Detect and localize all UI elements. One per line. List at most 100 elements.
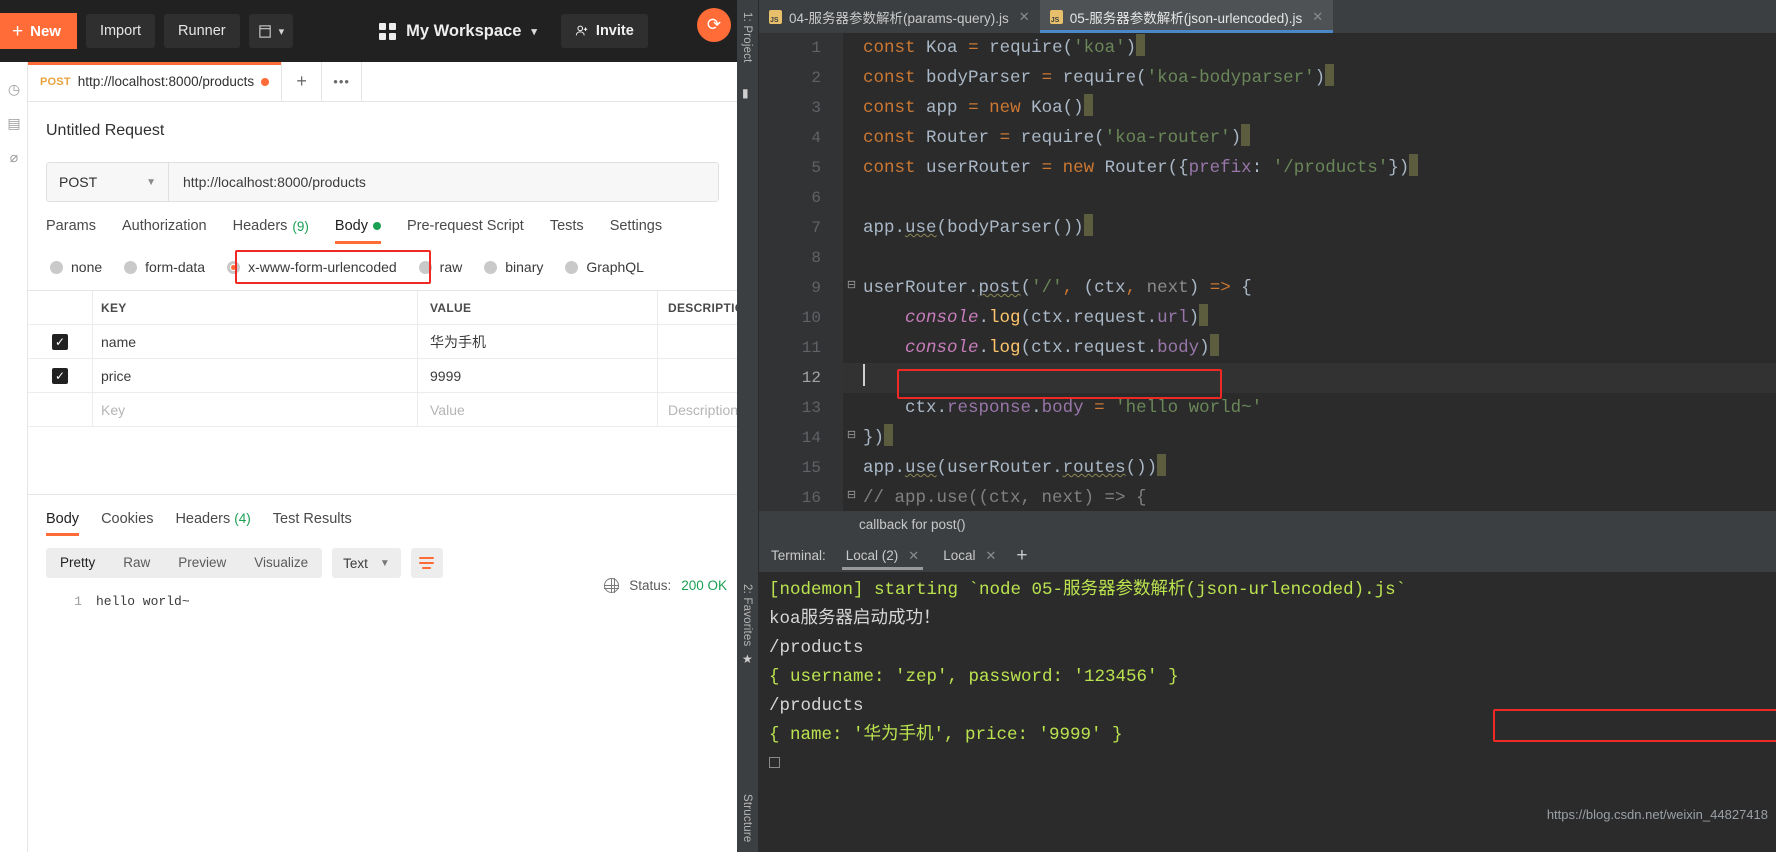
file-tab-04[interactable]: 04-服务器参数解析(params-query).js ✕ (759, 0, 1040, 33)
apis-icon[interactable]: ⌀ (0, 140, 28, 174)
format-pretty[interactable]: Pretty (46, 548, 109, 578)
row-description[interactable] (657, 325, 737, 358)
history-icon[interactable]: ◷ (0, 72, 28, 106)
tab-params[interactable]: Params (46, 218, 96, 244)
checkbox-checked-icon[interactable]: ✓ (52, 367, 68, 384)
rail-project-label[interactable]: 1: Project (741, 12, 753, 63)
code-editor[interactable]: 1 const Koa = require('koa') 2 const bodyP… (759, 33, 1776, 511)
invite-button[interactable]: Invite (560, 14, 648, 48)
line-number: 8 (811, 249, 821, 267)
window-icon (258, 24, 271, 38)
body-type-binary[interactable]: binary (484, 259, 543, 275)
fold-collapse-icon[interactable]: ⊟ (845, 430, 858, 443)
tab-headers[interactable]: Headers (9) (233, 218, 309, 244)
close-icon[interactable]: ✕ (985, 548, 996, 564)
code-line: 16 ⊟// app.use((ctx, next) => { (802, 483, 1776, 511)
request-tab-method: POST (40, 75, 71, 88)
body-active-dot-icon (372, 222, 381, 230)
body-type-graphql[interactable]: GraphQL (565, 259, 644, 275)
collections-icon[interactable]: ▤ (0, 106, 28, 140)
row-value-placeholder[interactable]: Value (417, 393, 657, 426)
row-value[interactable]: 华为手机 (417, 325, 657, 358)
code-line: 2 const bodyParser = require('koa-bodypar… (811, 63, 1776, 93)
table-row-empty[interactable]: Key Value Description (28, 393, 737, 427)
terminal-prompt-cursor (769, 750, 1776, 779)
response-format-toolbar: Pretty Raw Preview Visualize Text ▼ (28, 536, 737, 578)
add-terminal-button[interactable]: + (1016, 545, 1027, 567)
fold-collapse-icon[interactable]: ⊟ (845, 280, 858, 293)
plus-icon: + (12, 20, 24, 42)
table-row[interactable]: ✓ price 9999 (28, 359, 737, 393)
tab-settings[interactable]: Settings (610, 218, 662, 244)
format-visualize[interactable]: Visualize (240, 548, 322, 578)
tab-options-button[interactable]: ••• (322, 62, 363, 101)
tab-authorization-label: Authorization (121, 218, 207, 234)
js-file-icon (1049, 9, 1063, 24)
workspace-selector[interactable]: My Workspace ▾ (379, 22, 537, 41)
close-icon[interactable]: ✕ (1312, 9, 1323, 25)
response-tab-body[interactable]: Body (46, 511, 80, 536)
response-tab-test-results[interactable]: Test Results (273, 511, 352, 536)
line-number: 11 (801, 339, 821, 357)
add-tab-button[interactable]: + (282, 62, 323, 101)
rail-structure-label[interactable]: Structure (741, 794, 753, 842)
rail-favorites-label[interactable]: 2: Favorites (741, 584, 753, 646)
method-select[interactable]: POST ▼ (47, 163, 169, 201)
fold-collapse-icon[interactable]: ⊟ (845, 490, 858, 503)
format-type-select[interactable]: Text ▼ (332, 548, 401, 578)
response-tab-cookies[interactable]: Cookies (101, 511, 153, 536)
request-title: Untitled Request (46, 122, 165, 139)
chevron-down-icon: ▾ (531, 25, 537, 38)
terminal-line: /products (769, 638, 864, 658)
row-key[interactable]: price (92, 359, 417, 392)
row-description[interactable] (657, 359, 737, 392)
response-tab-headers-label: Headers (175, 511, 231, 527)
sync-button[interactable]: ⟳ (697, 8, 731, 42)
workspace-label: My Workspace (406, 21, 522, 40)
body-type-raw[interactable]: raw (418, 259, 462, 275)
close-icon[interactable]: ✕ (908, 548, 919, 564)
file-tab-05[interactable]: 05-服务器参数解析(json-urlencoded).js ✕ (1039, 0, 1334, 33)
body-type-graphql-label: GraphQL (586, 259, 644, 275)
format-preview[interactable]: Preview (164, 548, 240, 578)
body-type-form-data[interactable]: form-data (124, 259, 205, 275)
row-key[interactable]: name (92, 325, 417, 358)
checkbox-checked-icon[interactable]: ✓ (52, 333, 68, 350)
url-input[interactable]: http://localhost:8000/products (169, 163, 718, 201)
code-line: 12 (802, 363, 1776, 393)
import-button[interactable]: Import (85, 14, 156, 48)
tab-params-label: Params (46, 218, 96, 234)
row-key-placeholder[interactable]: Key (92, 393, 417, 426)
terminal-tab-local-2[interactable]: Local (2) ✕ (841, 539, 924, 572)
row-description-placeholder[interactable]: Description (657, 393, 737, 426)
request-tab-strip: POST http://localhost:8000/products + ••… (28, 62, 737, 102)
runner-button[interactable]: Runner (164, 14, 240, 48)
tab-pre-request-script[interactable]: Pre-request Script (407, 218, 524, 244)
file-tab-05-label: 05-服务器参数解析(json-urlencoded).js (1069, 10, 1303, 26)
postman-main: POST http://localhost:8000/products + ••… (28, 62, 737, 852)
file-tab-04-label: 04-服务器参数解析(params-query).js (789, 10, 1009, 26)
terminal-line: [nodemon] starting `node 05-服务器参数解析(json… (769, 580, 1407, 600)
close-icon[interactable]: ✕ (1019, 9, 1030, 25)
table-row[interactable]: ✓ name 华为手机 (28, 325, 737, 359)
line-number: 1 (811, 39, 821, 57)
response-tab-headers-count: (4) (234, 511, 251, 526)
tab-authorization[interactable]: Authorization (122, 218, 207, 244)
body-type-x-www-form-urlencoded[interactable]: x-www-form-urlencoded (227, 259, 397, 275)
new-button[interactable]: + New (0, 13, 77, 49)
response-tab-headers[interactable]: Headers (4) (175, 511, 250, 536)
new-window-button[interactable]: ▾ (248, 14, 294, 48)
code-line: 14 ⊟}) (802, 423, 1776, 453)
row-value[interactable]: 9999 (417, 359, 657, 392)
tab-tests[interactable]: Tests (550, 218, 584, 244)
code-line: 11 console.log(ctx.request.body) (802, 333, 1776, 363)
terminal-tab-local[interactable]: Local ✕ (939, 539, 1000, 572)
request-tab[interactable]: POST http://localhost:8000/products (28, 62, 283, 101)
code-line: 5 const userRouter = new Router({prefix: … (811, 153, 1776, 183)
wrap-lines-button[interactable] (410, 548, 443, 578)
format-raw[interactable]: Raw (109, 548, 164, 578)
body-type-none[interactable]: none (50, 259, 102, 275)
sync-icon: ⟳ (706, 15, 722, 34)
row-checkbox-cell: ✓ (28, 333, 92, 350)
tab-body[interactable]: Body (334, 218, 382, 244)
